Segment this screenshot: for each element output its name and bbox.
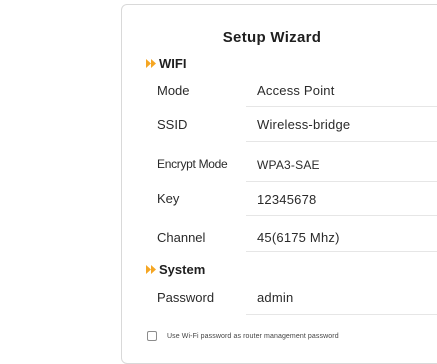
divider [246,141,437,142]
use-wifi-password-option[interactable]: Use Wi-Fi password as router management … [147,331,339,341]
field-label-encrypt-mode: Encrypt Mode [157,157,228,171]
field-value-password: admin [257,290,294,305]
field-value-mode: Access Point [257,83,335,98]
use-wifi-password-label: Use Wi-Fi password as router management … [167,332,339,340]
field-value-key: 12345678 [257,192,317,207]
page-title: Setup Wizard [222,29,322,46]
divider [246,251,437,252]
field-label-channel: Channel [157,230,206,245]
divider [246,314,437,315]
field-label-key: Key [157,191,180,206]
section-heading-label: WIFI [159,56,187,71]
field-value-channel: 45(6175 Mhz) [257,230,340,245]
field-label-ssid: SSID [157,117,188,132]
section-heading-wifi: WIFI [146,56,186,71]
divider [246,215,437,216]
double-chevron-right-icon [146,59,156,68]
field-value-ssid: Wireless-bridge [257,117,351,132]
field-label-password: Password [157,290,215,305]
double-chevron-right-icon [146,265,156,274]
divider [246,106,437,107]
divider [246,181,437,182]
use-wifi-password-checkbox[interactable] [147,331,157,341]
field-label-mode: Mode [157,83,190,98]
section-heading-system: System [146,262,205,277]
section-heading-label: System [159,262,206,277]
field-value-encrypt-mode: WPA3-SAE [257,158,320,172]
